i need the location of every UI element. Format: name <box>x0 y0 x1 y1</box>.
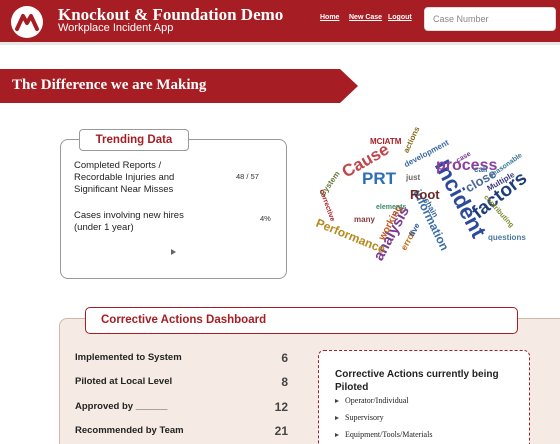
stat-value-recommended: 21 <box>274 424 288 438</box>
trend-value-completed-reports: 48 / 57 <box>236 172 259 181</box>
stat-label-recommended: Recommended by Team <box>75 425 184 436</box>
piloted-actions-title: Corrective Actions currently being Pilot… <box>335 369 499 393</box>
piloted-item: Equipment/Tools/Materials <box>345 430 433 439</box>
word-cloud: Incident factors process PRT Cause analy… <box>310 125 550 276</box>
cloud-word: actions <box>401 125 422 155</box>
case-search <box>424 7 556 31</box>
app-header: Knockout & Foundation Demo Workplace Inc… <box>0 0 560 42</box>
trend-label-line: (under 1 year) <box>74 222 134 233</box>
bullet-icon <box>335 399 339 403</box>
trending-data-title: Trending Data <box>79 129 189 151</box>
cloud-word: many <box>354 215 375 224</box>
section-banner: The Difference we are Making <box>0 69 358 103</box>
bullet-icon <box>335 416 339 420</box>
cloud-word: questions <box>488 233 526 242</box>
nav-logout-link[interactable]: Logout <box>388 14 412 21</box>
piloted-item: Operator/Individual <box>345 396 409 405</box>
corrective-actions-tab: Corrective Actions Dashboard <box>85 307 518 334</box>
banner-arrow <box>340 69 358 103</box>
cloud-word: elements <box>376 204 407 211</box>
case-number-input[interactable] <box>425 8 555 30</box>
stat-label-implemented: Implemented to System <box>75 352 182 363</box>
trend-label-line: Significant Near Misses <box>74 184 174 195</box>
stat-label-piloted: Piloted at Local Level <box>75 376 173 387</box>
trend-value-new-hires: 4% <box>260 214 271 223</box>
stat-value-approved: 12 <box>274 400 288 414</box>
stat-value-implemented: 6 <box>281 351 288 365</box>
logo-m-icon <box>15 14 39 31</box>
stat-label-approved: Approved by ______ <box>75 401 168 412</box>
nav-home-link[interactable]: Home <box>320 14 339 21</box>
app-subtitle: Workplace Incident App <box>58 22 174 34</box>
nav-new-case-link[interactable]: New Case <box>349 14 382 21</box>
cloud-word: MCIATM <box>370 137 402 146</box>
cloud-word: just <box>406 173 421 182</box>
play-icon[interactable] <box>171 249 176 255</box>
corrective-actions-title: Corrective Actions Dashboard <box>101 314 267 326</box>
bullet-icon <box>335 433 339 437</box>
cloud-word: five <box>407 221 422 238</box>
app-logo[interactable] <box>11 6 43 38</box>
header-divider <box>0 42 560 45</box>
trend-label-line: Completed Reports / <box>74 160 162 171</box>
trend-label-line: Cases involving new hires <box>74 210 184 221</box>
stat-value-piloted: 8 <box>281 375 288 389</box>
piloted-item: Supervisory <box>345 413 384 422</box>
banner-title: The Difference we are Making <box>12 77 207 93</box>
cloud-word: call <box>474 165 488 174</box>
cloud-word: PRT <box>362 169 396 188</box>
trend-label-line: Recordable Injuries and <box>74 172 175 183</box>
